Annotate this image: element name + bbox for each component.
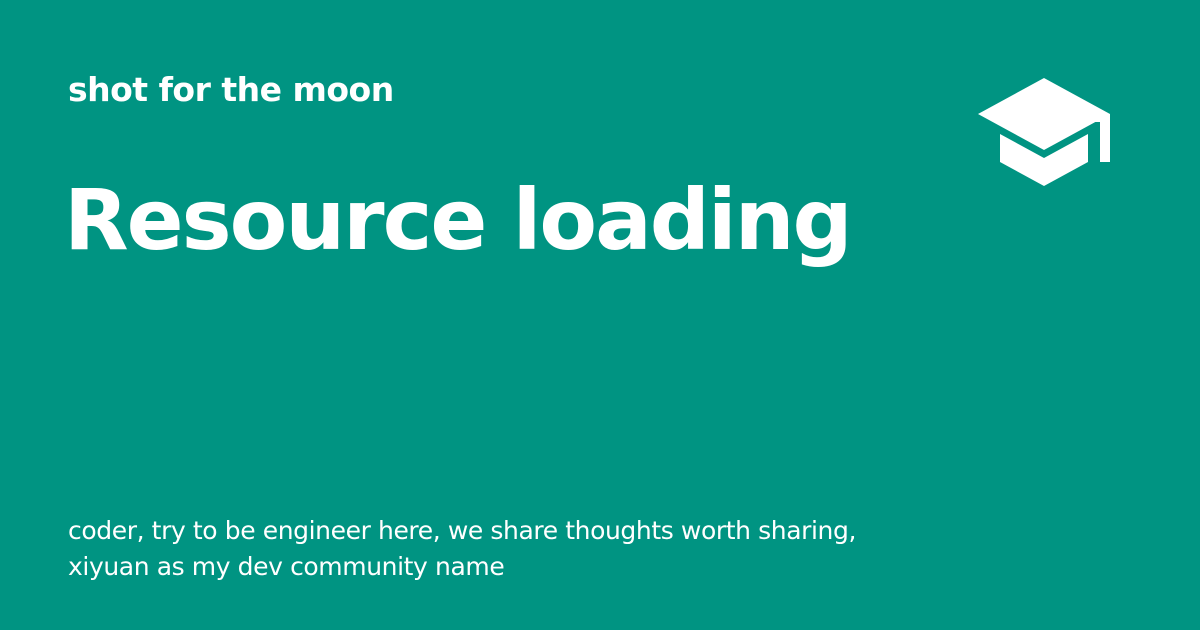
- graduation-cap-icon: [978, 78, 1110, 186]
- social-card: shot for the moon Resource loading coder…: [0, 0, 1200, 630]
- site-description: coder, try to be engineer here, we share…: [68, 513, 968, 585]
- description-line-2: xiyuan as my dev community name: [68, 552, 505, 581]
- page-title: Resource loading: [64, 171, 853, 269]
- site-name: shot for the moon: [68, 70, 394, 109]
- description-line-1: coder, try to be engineer here, we share…: [68, 516, 857, 545]
